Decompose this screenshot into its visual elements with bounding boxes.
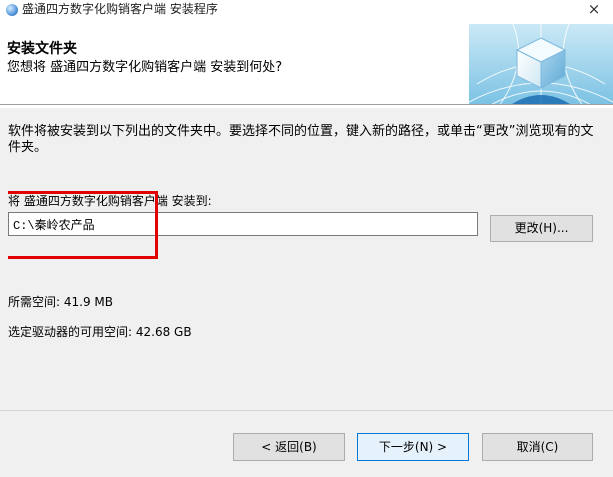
installer-globe-cube-icon — [469, 24, 613, 106]
back-button[interactable]: < 返回(B) — [233, 433, 345, 461]
available-space-text: 选定驱动器的可用空间: 42.68 GB — [8, 325, 192, 339]
required-space-text: 所需空间: 41.9 MB — [8, 295, 113, 309]
close-button[interactable]: × — [585, 0, 603, 18]
next-button[interactable]: 下一步(N) > — [357, 433, 469, 461]
installer-window: 盛通四方数字化购销客户端 安装程序 × 安装文件夹 您想将 盛通四方数字化购销客… — [0, 0, 613, 477]
footer-divider — [0, 410, 613, 411]
install-path-field[interactable] — [8, 212, 478, 236]
window-title: 盛通四方数字化购销客户端 安装程序 — [22, 2, 218, 16]
header-panel: 安装文件夹 您想将 盛通四方数字化购销客户端 安装到何处? — [0, 20, 613, 108]
instruction-text: 软件将被安装到以下列出的文件夹中。要选择不同的位置，键入新的路径，或单击“更改”… — [8, 124, 594, 155]
install-location-label: 将 盛通四方数字化购销客户端 安装到: — [8, 194, 212, 208]
cancel-button[interactable]: 取消(C) — [482, 433, 593, 461]
page-title: 安装文件夹 — [7, 41, 77, 57]
app-globe-icon — [6, 4, 18, 16]
page-subtitle: 您想将 盛通四方数字化购销客户端 安装到何处? — [7, 60, 283, 75]
header-divider — [0, 104, 613, 106]
browse-button[interactable]: 更改(H)... — [490, 215, 593, 242]
title-bar: 盛通四方数字化购销客户端 安装程序 × — [0, 0, 613, 20]
